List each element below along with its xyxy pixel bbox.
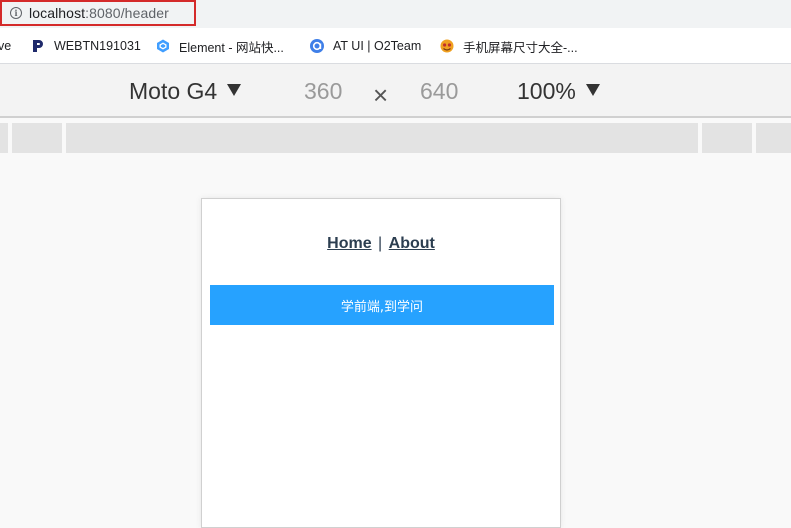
url-box[interactable]: i localhost:8080/header [0,0,196,26]
bookmark-label: ve [0,39,12,53]
header-banner: 学前端,到学问 [210,285,554,325]
media-query-bar [0,120,791,154]
device-viewport: Home | About 学前端,到学问 [201,198,561,528]
favicon-icon [440,39,454,53]
chevron-down-icon [585,83,600,96]
height-input[interactable]: 640 [420,78,458,105]
bookmark-label: 手机屏幕尺寸大全-... [463,40,578,55]
media-query-segment[interactable] [702,123,752,153]
bookmark-item[interactable]: AT UI | O2Team [310,28,421,64]
times-icon: × [373,80,389,110]
element-logo-icon [157,39,169,53]
at-ui-logo-icon [310,39,324,53]
media-query-segment[interactable] [12,123,62,153]
bookmark-item[interactable]: WEBTN191031 [31,28,141,64]
info-icon[interactable]: i [10,7,22,19]
bookmark-label: WEBTN191031 [54,39,141,53]
url-path: :8080/header [85,5,169,21]
media-query-segment[interactable] [0,123,8,153]
device-name: Moto G4 [129,78,218,104]
bookmark-item[interactable]: ve [0,28,11,64]
p-logo-icon [33,40,43,52]
banner-text: 学前端,到学问 [340,299,424,315]
bookmark-item[interactable]: 手机屏幕尺寸大全-... [440,28,578,64]
device-toolbar: Moto G4 360 × 640 100% [0,64,791,118]
url-host: localhost [29,5,86,21]
nav: Home | About [202,235,560,253]
nav-about-link[interactable]: About [389,235,435,252]
nav-separator: | [378,235,383,252]
nav-home-link[interactable]: Home [327,235,371,252]
bookmark-label: Element - 网站快... [179,40,284,55]
device-select[interactable]: Moto G4 [129,78,242,105]
media-query-segment[interactable] [756,123,791,153]
bookmarks-bar: ve WEBTN191031 Element - 网站快... AT UI | … [0,28,791,64]
zoom-value: 100% [517,78,576,104]
bookmark-item[interactable]: Element - 网站快... [156,28,284,64]
url-text[interactable]: localhost:8080/header [29,5,169,21]
address-bar: i localhost:8080/header [0,0,791,28]
bookmark-label: AT UI | O2Team [333,39,422,53]
media-query-segment[interactable] [66,123,698,153]
zoom-select[interactable]: 100% [517,78,600,105]
width-input[interactable]: 360 [304,78,342,105]
chevron-down-icon [227,83,242,96]
